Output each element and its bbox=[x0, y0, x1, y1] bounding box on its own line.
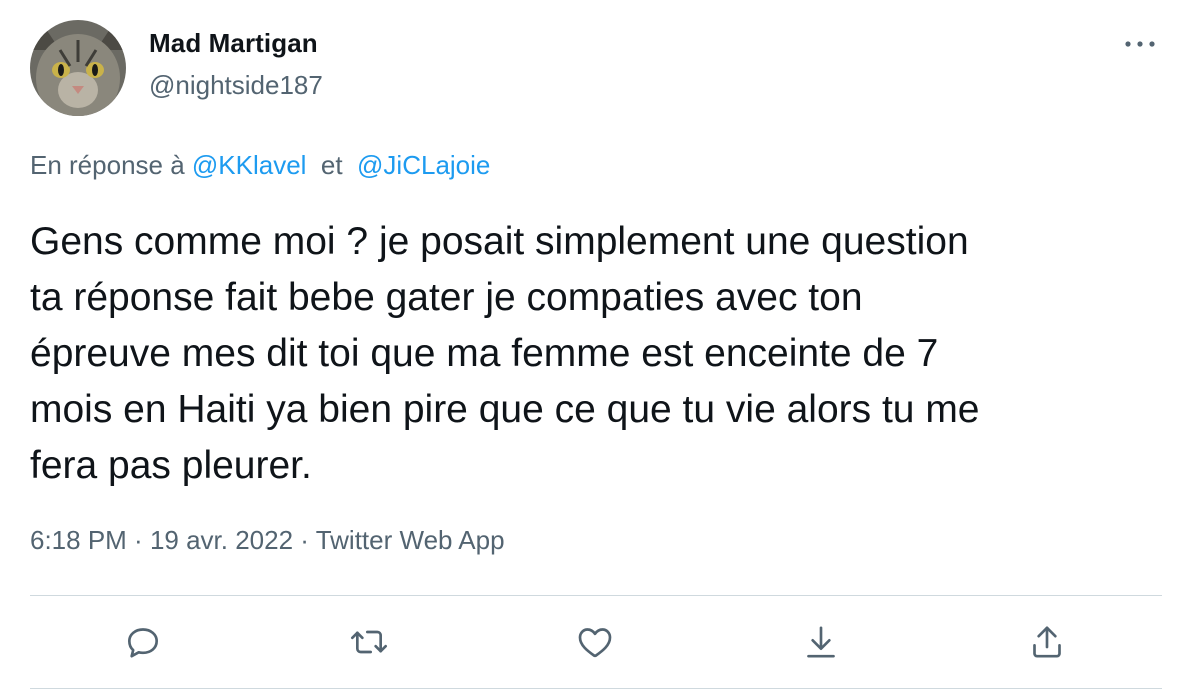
retweet-button[interactable] bbox=[347, 620, 391, 664]
more-icon bbox=[1125, 41, 1155, 47]
share-icon bbox=[1033, 626, 1061, 658]
meta-separator: · bbox=[126, 525, 150, 555]
bookmark-button[interactable] bbox=[799, 620, 843, 664]
author-display-name[interactable]: Mad Martigan bbox=[149, 28, 318, 59]
divider bbox=[30, 595, 1162, 596]
like-button[interactable] bbox=[573, 620, 617, 664]
more-options-button[interactable] bbox=[1120, 28, 1160, 60]
author-handle[interactable]: @nightside187 bbox=[149, 70, 323, 101]
reply-button[interactable] bbox=[121, 620, 165, 664]
tweet-metadata: 6:18 PM · 19 avr. 2022 · Twitter Web App bbox=[30, 525, 505, 556]
bookmark-icon bbox=[807, 626, 835, 658]
reply-conjunction: et bbox=[306, 150, 358, 180]
like-icon bbox=[578, 628, 612, 658]
cat-avatar-image bbox=[30, 20, 126, 116]
mention-link-jiclajoie[interactable]: @JiCLajoie bbox=[357, 150, 490, 180]
meta-separator: · bbox=[293, 525, 316, 555]
tweet-text: Gens comme moi ? je posait simplement un… bbox=[30, 220, 980, 487]
tweet-time[interactable]: 6:18 PM bbox=[30, 525, 127, 555]
reply-prefix: En réponse à bbox=[30, 150, 192, 180]
tweet-card: Mad Martigan @nightside187 En réponse à … bbox=[0, 0, 1194, 698]
reply-icon bbox=[128, 628, 158, 658]
tweet-source[interactable]: Twitter Web App bbox=[316, 525, 505, 555]
reply-context: En réponse à @KKlavel et @JiCLajoie bbox=[30, 150, 490, 181]
mention-link-kklavel[interactable]: @KKlavel bbox=[192, 150, 307, 180]
tweet-date[interactable]: 19 avr. 2022 bbox=[150, 525, 293, 555]
retweet-icon bbox=[351, 630, 387, 654]
avatar[interactable] bbox=[30, 20, 126, 116]
share-button[interactable] bbox=[1025, 620, 1069, 664]
divider bbox=[30, 688, 1162, 689]
